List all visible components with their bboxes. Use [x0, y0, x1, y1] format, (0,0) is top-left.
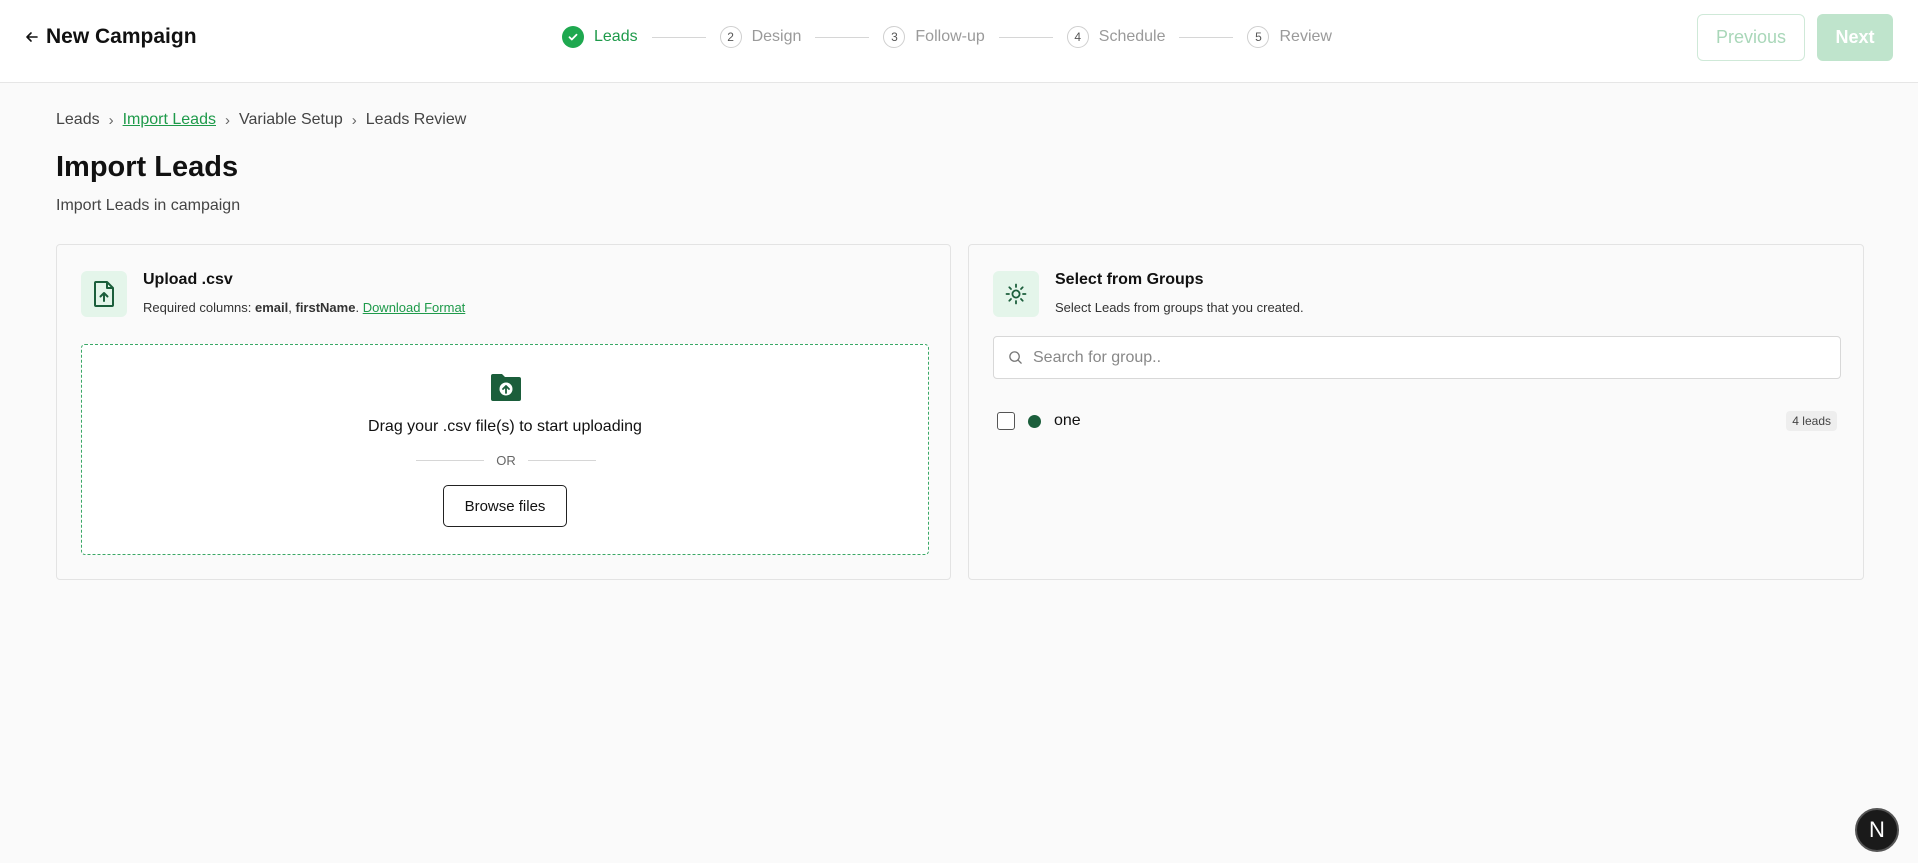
step-connector	[815, 36, 870, 38]
divider-line	[527, 460, 596, 461]
select-groups-card: Select from Groups Select Leads from gro…	[968, 244, 1864, 580]
group-list-item[interactable]: one 4 leads	[997, 410, 1837, 432]
breadcrumb-item-leads-review[interactable]: Leads Review	[366, 111, 467, 129]
step-label: Follow-up	[915, 28, 985, 45]
required-columns-label: Required columns:	[143, 300, 255, 315]
groups-card-description: Select Leads from groups that you create…	[1055, 300, 1304, 315]
top-bar: New Campaign Leads 2 Design 3 Follow-up …	[0, 0, 1918, 83]
step-label: Leads	[594, 28, 638, 45]
campaign-stepper: Leads 2 Design 3 Follow-up 4 Schedule 5 …	[562, 26, 1332, 48]
step-number: 5	[1247, 26, 1270, 48]
browse-files-button[interactable]: Browse files	[443, 485, 567, 527]
breadcrumb-separator: ›	[224, 111, 230, 129]
file-upload-icon	[81, 271, 127, 317]
next-button[interactable]: Next	[1817, 14, 1893, 61]
page-subtitle: Import Leads in campaign	[56, 197, 241, 214]
previous-button[interactable]: Previous	[1697, 14, 1805, 61]
breadcrumb-item-import-leads[interactable]: Import Leads	[123, 111, 216, 129]
csv-dropzone[interactable]: Drag your .csv file(s) to start uploadin…	[81, 344, 929, 555]
download-format-link[interactable]: Download Format	[363, 300, 466, 315]
upload-card-description: Required columns: email, firstName. Down…	[143, 300, 465, 315]
arrow-left-icon	[26, 32, 38, 42]
step-connector	[998, 36, 1053, 38]
column-firstname: firstName	[295, 300, 356, 315]
upload-csv-card: Upload .csv Required columns: email, fir…	[56, 244, 951, 580]
step-label: Design	[751, 28, 802, 45]
or-divider: OR	[416, 453, 596, 468]
column-email: email	[255, 300, 289, 315]
group-search-input[interactable]	[1033, 348, 1813, 367]
step-number: 4	[1066, 26, 1089, 48]
group-search-box	[993, 336, 1841, 379]
step-label: Schedule	[1098, 28, 1166, 45]
step-number: 2	[719, 26, 742, 48]
group-name: one	[1054, 412, 1081, 429]
breadcrumb-item-leads[interactable]: Leads	[56, 111, 100, 129]
step-review[interactable]: 5 Review	[1247, 26, 1332, 48]
step-connector	[1179, 36, 1234, 38]
group-lead-count-badge: 4 leads	[1786, 411, 1837, 431]
page-title: Import Leads	[56, 151, 239, 183]
dropzone-text: Drag your .csv file(s) to start uploadin…	[368, 418, 642, 435]
step-leads[interactable]: Leads	[562, 26, 638, 48]
groups-card-title: Select from Groups	[1055, 271, 1204, 288]
step-connector	[651, 36, 706, 38]
breadcrumb-item-variable-setup[interactable]: Variable Setup	[239, 111, 343, 129]
or-label: OR	[496, 453, 516, 468]
step-follow-up[interactable]: 3 Follow-up	[883, 26, 985, 48]
check-icon	[562, 26, 584, 48]
upload-card-title: Upload .csv	[143, 271, 233, 288]
divider-line	[416, 460, 485, 461]
group-checkbox[interactable]	[997, 412, 1015, 430]
step-number: 3	[883, 26, 906, 48]
group-color-dot	[1028, 414, 1041, 428]
breadcrumb: Leads › Import Leads › Variable Setup › …	[56, 111, 466, 129]
step-schedule[interactable]: 4 Schedule	[1066, 26, 1166, 48]
breadcrumb-separator: ›	[351, 111, 357, 129]
period-separator: .	[355, 300, 363, 315]
back-button[interactable]: New Campaign	[24, 25, 197, 49]
search-icon	[1009, 351, 1022, 364]
app-assistant-button[interactable]: N	[1855, 808, 1899, 852]
breadcrumb-separator: ›	[108, 111, 114, 129]
groups-icon	[993, 271, 1039, 317]
step-label: Review	[1279, 28, 1332, 45]
folder-upload-icon	[489, 371, 523, 408]
step-design[interactable]: 2 Design	[719, 26, 802, 48]
page-header-title: New Campaign	[46, 25, 197, 48]
